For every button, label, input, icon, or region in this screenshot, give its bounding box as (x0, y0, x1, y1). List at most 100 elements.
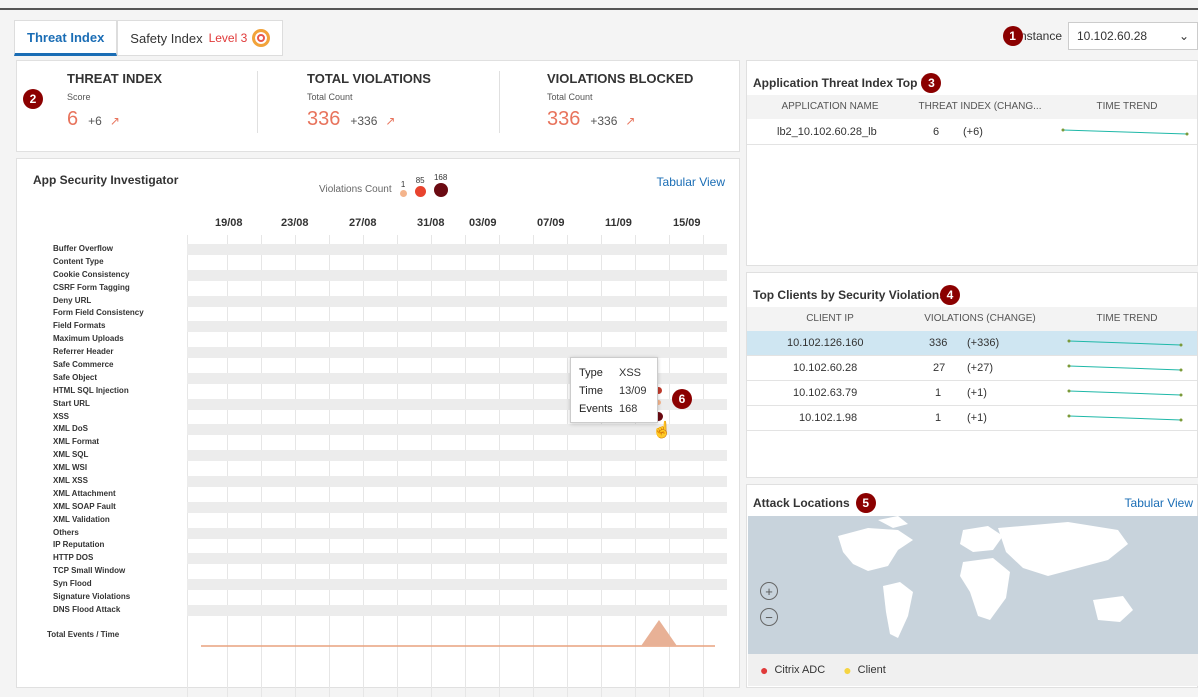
violation-type-label: HTML SQL Injection (53, 385, 129, 395)
table-header: CLIENT IP VIOLATIONS (CHANGE) TIME TREND (747, 307, 1197, 331)
client-ip: 10.102.126.160 (787, 337, 864, 349)
violation-type-label: Content Type (53, 256, 104, 266)
level-label: Level 3 (208, 31, 248, 45)
violation-row: XML SOAP Fault (43, 501, 729, 514)
hand-cursor-icon: ☝ (652, 422, 672, 439)
violation-type-label: XML SOAP Fault (53, 501, 116, 511)
arrow-up-right-icon: ↗ (109, 114, 120, 128)
violation-change: (+1) (967, 387, 987, 399)
map-legend: ● Citrix ADC ● Client (748, 654, 1198, 686)
client-ip: 10.102.63.79 (793, 387, 858, 399)
app-security-investigator: App Security Investigator Violations Cou… (16, 158, 740, 697)
zoom-in-button[interactable]: + (760, 582, 778, 600)
row-stripe (187, 566, 727, 577)
violation-type-label: Deny URL (53, 295, 92, 305)
violation-type-label: Cookie Consistency (53, 269, 130, 279)
date-tick: 23/08 (281, 217, 309, 229)
metric-value: 6 (67, 108, 79, 130)
column-header[interactable]: CLIENT IP (755, 313, 905, 324)
violation-row: XML Format (43, 436, 729, 449)
divider (257, 71, 258, 133)
scale-value: 85 (415, 176, 425, 185)
violation-row: Buffer Overflow (43, 243, 729, 256)
row-stripe (187, 424, 727, 436)
violation-row: TCP Small Window (43, 565, 729, 578)
violation-type-label: XML WSI (53, 463, 88, 473)
row-stripe (187, 283, 727, 294)
violation-row: Deny URL (43, 295, 729, 308)
column-header[interactable]: APPLICATION NAME (755, 101, 905, 112)
violation-type-label: Signature Violations (53, 592, 131, 602)
row-stripe (187, 489, 727, 500)
metric-subtitle: Score (67, 92, 91, 102)
date-tick: 07/09 (537, 217, 565, 229)
date-tick: 11/09 (605, 217, 632, 229)
threat-index-change: (+6) (963, 126, 983, 138)
metric-change: +336 (590, 114, 618, 128)
violation-count: 1 (935, 387, 942, 399)
app-name: lb2_10.102.60.28_lb (777, 126, 877, 138)
violation-type-label: Others (53, 527, 79, 537)
violation-row: Signature Violations (43, 591, 729, 604)
callout-badge: 3 (921, 73, 942, 93)
world-map[interactable]: + − (748, 516, 1198, 654)
row-stripe (187, 463, 727, 474)
metric-value: 336 (547, 108, 581, 130)
section-title: Attack Locations (753, 496, 850, 510)
metric-subtitle: Total Count (547, 92, 593, 102)
metric-title: VIOLATIONS BLOCKED (547, 71, 694, 86)
row-stripe (187, 269, 727, 281)
row-stripe (187, 308, 727, 319)
table-row[interactable]: 10.102.1.98 1 (+1) (747, 406, 1197, 431)
bubble-tooltip: Type XSS Time 13/09 Events 168 (570, 357, 658, 423)
violation-row: Form Field Consistency (43, 307, 729, 320)
violation-type-label: XML SQL (53, 450, 89, 460)
scale-dot (399, 190, 407, 197)
zoom-out-button[interactable]: − (760, 608, 778, 626)
column-header[interactable]: TIME TREND (1055, 101, 1198, 112)
violation-type-label: XML XSS (53, 476, 88, 486)
violation-type-label: Maximum Uploads (53, 334, 124, 344)
violation-type-label: Safe Commerce (53, 360, 114, 370)
column-header[interactable]: TIME TREND (1055, 313, 1198, 324)
australia-shape (1093, 596, 1133, 622)
trend-sparkline (1067, 414, 1183, 422)
tab-safety-index[interactable]: Safety Index Level 3 (117, 20, 284, 56)
africa-shape (960, 558, 1010, 620)
date-tick: 03/09 (469, 217, 497, 229)
tabular-view-link[interactable]: Tabular View (657, 175, 725, 189)
violation-row: XML XSS (43, 475, 729, 488)
row-stripe (187, 476, 727, 488)
violation-row: Content Type (43, 256, 729, 269)
table-row[interactable]: 10.102.60.28 27 (+27) (747, 356, 1197, 381)
row-stripe (187, 501, 727, 513)
row-stripe (187, 450, 727, 462)
greenland-shape (878, 516, 908, 528)
column-header[interactable]: VIOLATIONS (CHANGE) (905, 313, 1055, 324)
trend-sparkline (1067, 364, 1183, 372)
arrow-up-right-icon: ↗ (625, 114, 636, 128)
table-row[interactable]: 10.102.126.160 336 (+336) (747, 331, 1197, 356)
table-row[interactable]: 10.102.63.79 1 (+1) (747, 381, 1197, 406)
violation-type-label: XML Validation (53, 514, 110, 524)
metric-change: +6 (88, 114, 102, 128)
app-threat-index-card: Application Threat Index Top 53 APPLICAT… (746, 60, 1198, 266)
instance-dropdown[interactable]: 10.102.60.28 ⌄ (1068, 22, 1198, 50)
trend-sparkline (1061, 128, 1189, 136)
table-row[interactable]: lb2_10.102.60.28_lb 6 (+6) (747, 120, 1197, 145)
violation-row: Maximum Uploads (43, 333, 729, 346)
violation-row: XML WSI (43, 462, 729, 475)
violation-type-label: Referrer Header (53, 347, 114, 357)
violation-row: IP Reputation (43, 539, 729, 552)
tooltip-key: Events (579, 403, 613, 415)
scale-dot (433, 183, 448, 197)
column-header[interactable]: THREAT INDEX (CHANG... (905, 101, 1055, 112)
date-tick: 27/08 (349, 217, 377, 229)
tabular-view-link[interactable]: Tabular View (1125, 496, 1193, 510)
threat-index-value: 6 (933, 126, 940, 138)
metric-change: +336 (350, 114, 378, 128)
row-stripe (187, 515, 727, 526)
total-events-label: Total Events / Time (47, 630, 120, 639)
violation-row: Cookie Consistency (43, 269, 729, 282)
tab-threat-index[interactable]: Threat Index (14, 20, 118, 56)
